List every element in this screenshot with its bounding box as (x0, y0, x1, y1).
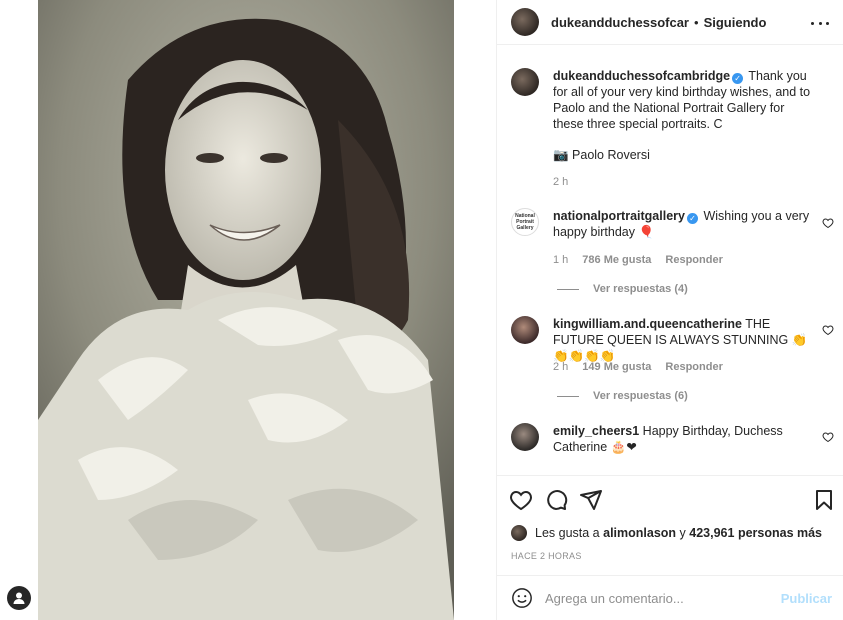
post-side-panel: dukeandduchessofcar • Siguiendo dukeandd… (496, 0, 843, 620)
comment-meta: 2 h 149 Me gusta Responder (553, 361, 737, 373)
comment-likes[interactable]: 149 Me gusta (582, 361, 651, 373)
post-comment-button[interactable]: Publicar (781, 591, 832, 606)
like-comment-heart-icon[interactable] (822, 217, 834, 229)
comment-input[interactable] (545, 590, 765, 606)
comment-item: emily_cheers1 Happy Birthday, Duchess Ca… (511, 423, 831, 455)
caption-avatar[interactable] (511, 68, 539, 96)
comment-likes[interactable]: 786 Me gusta (582, 254, 651, 266)
like-comment-heart-icon[interactable] (822, 324, 834, 336)
comment-composer: Publicar (497, 575, 843, 620)
commenter-avatar[interactable] (511, 316, 539, 344)
header-separator: • (694, 14, 699, 30)
share-icon[interactable] (579, 488, 603, 512)
comment-body: nationalportraitgallery ✓ Wishing you a v… (553, 208, 813, 240)
profile-menu-icon[interactable] (7, 586, 31, 610)
right-gap (454, 0, 496, 620)
comment-time: 2 h (553, 361, 569, 373)
post-actions: Les gusta a alimonlason y 423,961 person… (497, 475, 843, 575)
like-comment-heart-icon[interactable] (822, 431, 834, 443)
comments-list[interactable]: dukeandduchessofcambridge ✓ Thank you for… (497, 45, 843, 475)
comment-author[interactable]: emily_cheers1 (553, 424, 639, 438)
likes-count[interactable]: 423,961 personas más (689, 526, 822, 540)
post-timestamp: HACE 2 HORAS (511, 551, 582, 561)
left-gutter (0, 0, 38, 620)
comment-body: emily_cheers1 Happy Birthday, Duchess Ca… (553, 423, 813, 455)
more-options-icon[interactable] (811, 14, 829, 32)
npg-logo[interactable]: National Portrait Gallery (511, 208, 539, 236)
caption-body: dukeandduchessofcambridge ✓ Thank you for… (553, 68, 813, 163)
comment-icon[interactable] (544, 488, 568, 512)
reply-button[interactable]: Responder (665, 361, 722, 373)
comment-item: kingwilliam.and.queencatherine THE FUTUR… (511, 316, 831, 364)
liker-username[interactable]: alimonlason (603, 526, 676, 540)
save-bookmark-icon[interactable] (812, 488, 836, 512)
author-username[interactable]: dukeandduchessofcar (551, 15, 689, 30)
likes-summary: Les gusta a alimonlason y 423,961 person… (511, 525, 822, 541)
comment-body: kingwilliam.and.queencatherine THE FUTUR… (553, 316, 813, 364)
reply-button[interactable]: Responder (665, 254, 722, 266)
emoji-icon[interactable] (511, 587, 533, 609)
comment-time: 1 h (553, 254, 569, 266)
verified-icon: ✓ (686, 213, 698, 224)
author-avatar[interactable] (511, 8, 539, 36)
comment-author[interactable]: kingwilliam.and.queencatherine (553, 317, 742, 331)
verified-icon: ✓ (732, 73, 744, 84)
commenter-avatar[interactable] (511, 423, 539, 451)
like-heart-icon[interactable] (509, 488, 533, 512)
comment-meta: 1 h 786 Me gusta Responder (553, 254, 737, 266)
view-replies[interactable]: Ver respuestas (4) (557, 283, 688, 295)
post-photo[interactable] (38, 0, 454, 620)
portrait-image (38, 0, 454, 620)
view-replies[interactable]: Ver respuestas (6) (557, 390, 688, 402)
comment-author[interactable]: nationalportraitgallery (553, 209, 685, 223)
liker-avatar[interactable] (511, 525, 527, 541)
caption-credit: 📷 Paolo Roversi (553, 148, 650, 162)
caption-time: 2 h (553, 176, 569, 188)
caption: dukeandduchessofcambridge ✓ Thank you for… (511, 68, 831, 163)
following-button[interactable]: Siguiendo (704, 15, 767, 30)
comment-item: National Portrait Gallery nationalportra… (511, 208, 831, 240)
caption-author[interactable]: dukeandduchessofcambridge (553, 69, 730, 83)
post-header: dukeandduchessofcar • Siguiendo (497, 0, 843, 45)
